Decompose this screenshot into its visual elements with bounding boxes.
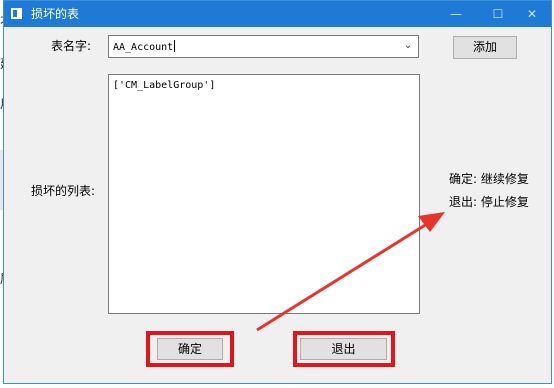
hint-confirm-text: 确定: 继续修复 <box>449 172 529 186</box>
exit-button-highlight <box>293 331 395 367</box>
damaged-tables-dialog: 损坏的表 — ☐ ✕ 表名字: AA_Account ⌄ 添加 损坏的列表: [… <box>3 0 552 384</box>
damaged-list-label: 损坏的列表: <box>31 184 96 198</box>
table-name-value[interactable]: AA_Account <box>113 40 176 54</box>
screenshot-stage: 不 建 用 属 损坏的表 — ☐ ✕ 表名字: AA_Account ⌄ 添加 … <box>0 0 554 388</box>
damaged-list-content: ['CM_LabelGroup'] <box>113 80 216 91</box>
window-title: 损坏的表 <box>31 7 80 21</box>
table-name-combobox[interactable]: AA_Account ⌄ <box>108 35 419 58</box>
window-app-icon <box>11 8 22 19</box>
title-bar[interactable]: 损坏的表 — ☐ ✕ <box>4 1 551 27</box>
hint-exit-text: 退出: 停止修复 <box>449 195 529 209</box>
close-button[interactable]: ✕ <box>510 1 554 27</box>
text-caret <box>174 40 176 52</box>
chevron-down-icon[interactable]: ⌄ <box>402 39 414 53</box>
minimize-button[interactable]: — <box>434 1 478 27</box>
ok-button-highlight <box>146 331 234 367</box>
table-name-label: 表名字: <box>51 39 92 53</box>
damaged-list-textbox[interactable]: ['CM_LabelGroup'] <box>108 74 420 314</box>
table-name-text: AA_Account <box>113 42 174 53</box>
add-button[interactable]: 添加 <box>453 36 517 59</box>
